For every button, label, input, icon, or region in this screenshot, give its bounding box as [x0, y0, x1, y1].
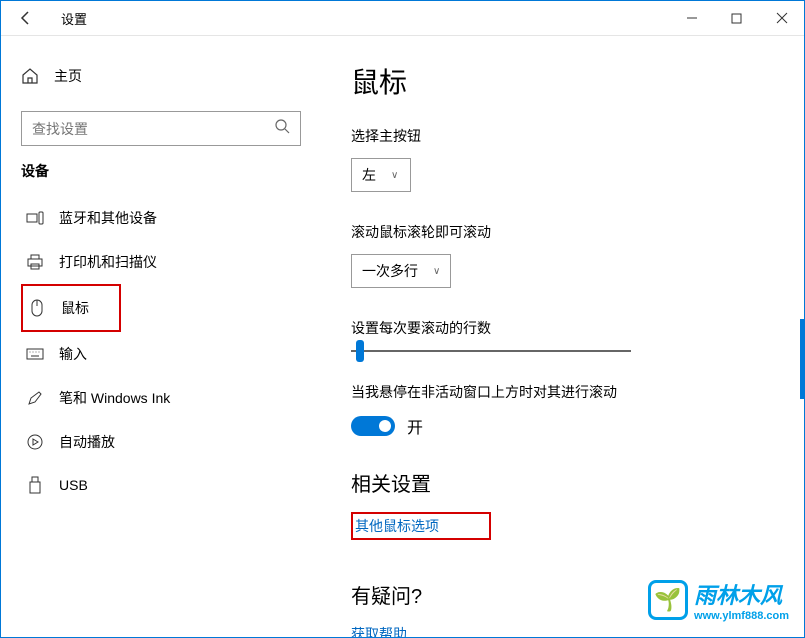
sidebar-item-printers[interactable]: 打印机和扫描仪 [21, 240, 321, 284]
nav-label: 打印机和扫描仪 [59, 252, 157, 272]
chevron-down-icon: ∨ [391, 170, 398, 181]
page-heading: 鼠标 [351, 61, 764, 101]
additional-mouse-options-link[interactable]: 其他鼠标选项 [355, 518, 439, 534]
sidebar-item-typing[interactable]: 输入 [21, 332, 321, 376]
autoplay-icon [26, 433, 44, 451]
window-title: 设置 [61, 9, 87, 28]
usb-icon [26, 476, 44, 494]
search-icon [274, 118, 290, 139]
nav-label: 鼠标 [61, 298, 89, 318]
nav-label: 自动播放 [59, 432, 115, 452]
home-icon [21, 67, 39, 85]
chevron-down-icon: ∨ [433, 266, 440, 277]
printer-icon [26, 253, 44, 271]
scrollbar[interactable] [800, 319, 804, 399]
search-input[interactable] [32, 121, 274, 137]
sidebar-item-usb[interactable]: USB [21, 464, 321, 506]
dropdown-value: 一次多行 [362, 261, 418, 281]
back-button[interactable] [11, 3, 41, 33]
home-button[interactable]: 主页 [21, 56, 321, 96]
nav-label: USB [59, 477, 88, 493]
home-label: 主页 [54, 66, 82, 86]
watermark: 🌱 雨林木风 www.ylmf888.com [648, 578, 789, 622]
watermark-name: 雨林木风 [694, 578, 789, 610]
devices-icon [26, 209, 44, 227]
titlebar: 设置 [1, 1, 804, 36]
lines-label: 设置每次要滚动的行数 [351, 318, 764, 338]
section-label: 设备 [21, 161, 321, 181]
nav-label: 笔和 Windows Ink [59, 388, 170, 408]
nav-label: 输入 [59, 344, 87, 364]
close-button[interactable] [759, 3, 804, 33]
sidebar-item-bluetooth[interactable]: 蓝牙和其他设备 [21, 196, 321, 240]
nav-label: 蓝牙和其他设备 [59, 208, 157, 228]
sidebar-item-mouse[interactable]: 鼠标 [21, 284, 121, 332]
toggle-knob [379, 420, 391, 432]
sidebar: 主页 设备 蓝牙和其他设备 打印机和扫描仪 [1, 36, 321, 637]
maximize-button[interactable] [714, 3, 759, 33]
lines-slider[interactable] [351, 350, 631, 352]
dropdown-value: 左 [362, 165, 376, 185]
watermark-url: www.ylmf888.com [694, 610, 789, 622]
search-box[interactable] [21, 111, 301, 146]
scroll-dropdown[interactable]: 一次多行 ∨ [351, 254, 451, 288]
main-content: 鼠标 选择主按钮 左 ∨ 滚动鼠标滚轮即可滚动 一次多行 ∨ 设置每次要滚动的行… [321, 36, 804, 637]
sidebar-item-autoplay[interactable]: 自动播放 [21, 420, 321, 464]
inactive-scroll-label: 当我悬停在非活动窗口上方时对其进行滚动 [351, 382, 764, 402]
inactive-scroll-toggle[interactable] [351, 416, 395, 436]
scroll-label: 滚动鼠标滚轮即可滚动 [351, 222, 764, 242]
slider-thumb[interactable] [356, 340, 364, 362]
minimize-button[interactable] [669, 3, 714, 33]
watermark-logo-icon: 🌱 [648, 580, 688, 620]
toggle-state: 开 [407, 414, 423, 438]
primary-button-label: 选择主按钮 [351, 126, 764, 146]
related-heading: 相关设置 [351, 468, 764, 497]
pen-icon [26, 389, 44, 407]
sidebar-item-pen[interactable]: 笔和 Windows Ink [21, 376, 321, 420]
mouse-icon [28, 299, 46, 317]
get-help-link[interactable]: 获取帮助 [351, 624, 764, 637]
primary-button-dropdown[interactable]: 左 ∨ [351, 158, 411, 192]
keyboard-icon [26, 345, 44, 363]
